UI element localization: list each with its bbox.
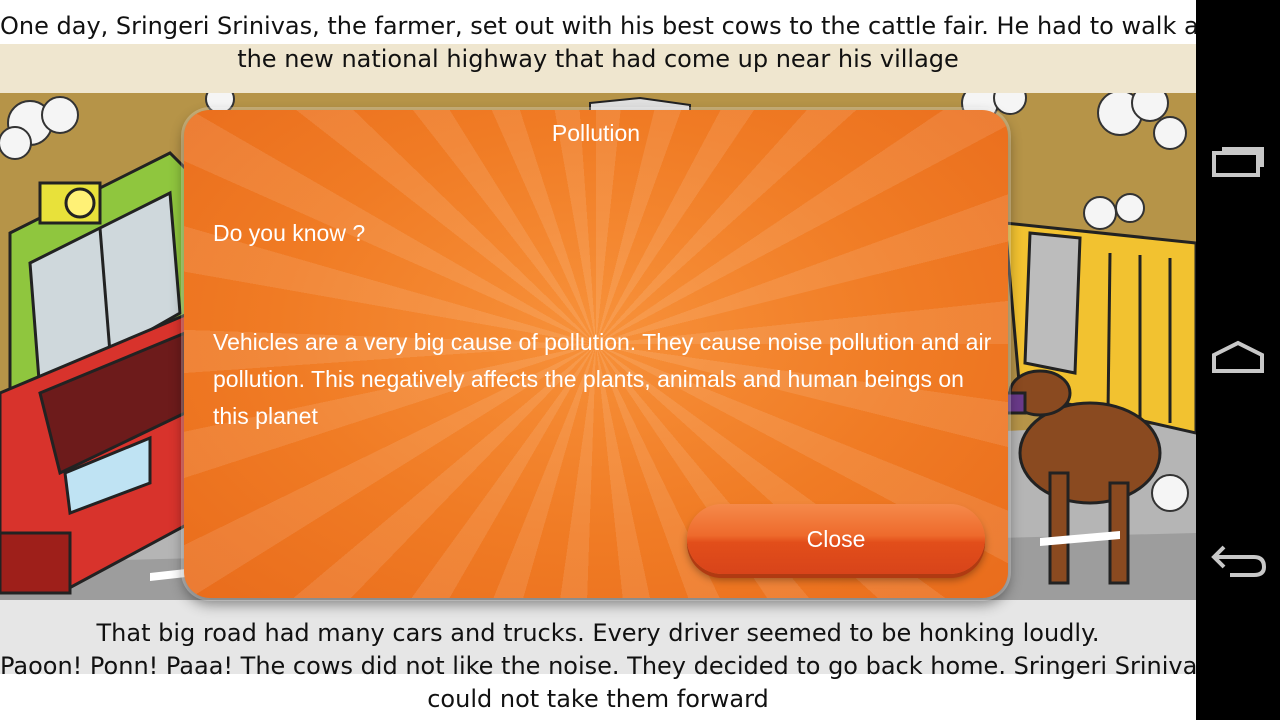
- caption-bottom-line-1: That big road had many cars and trucks. …: [96, 619, 1100, 647]
- android-navigation-bar: [1196, 0, 1280, 720]
- back-icon[interactable]: [1210, 533, 1267, 583]
- story-caption-top: One day, Sringeri Srinivas, the farmer, …: [0, 0, 1196, 93]
- story-caption-bottom: That big road had many cars and trucks. …: [0, 600, 1196, 720]
- home-icon[interactable]: [1210, 333, 1266, 383]
- caption-bottom-line-3: could not take them forward: [427, 685, 769, 713]
- recent-apps-icon[interactable]: [1210, 135, 1266, 185]
- caption-top-line-1: One day, Sringeri Srinivas, the farmer, …: [0, 12, 1196, 40]
- dialog-title: Pollution: [551, 120, 641, 146]
- dialog-body-text: Vehicles are a very big cause of polluti…: [213, 329, 992, 429]
- dialog-question: Do you know ?: [213, 220, 366, 246]
- close-button[interactable]: Close: [687, 504, 985, 574]
- caption-top-line-2: the new national highway that had come u…: [237, 45, 959, 73]
- caption-bottom-line-2: Paoon! Ponn! Paaa! The cows did not like…: [0, 652, 1196, 680]
- pollution-info-dialog: Pollution Do you know ? Vehicles are a v…: [184, 110, 1008, 598]
- app-screen: One day, Sringeri Srinivas, the farmer, …: [0, 0, 1196, 720]
